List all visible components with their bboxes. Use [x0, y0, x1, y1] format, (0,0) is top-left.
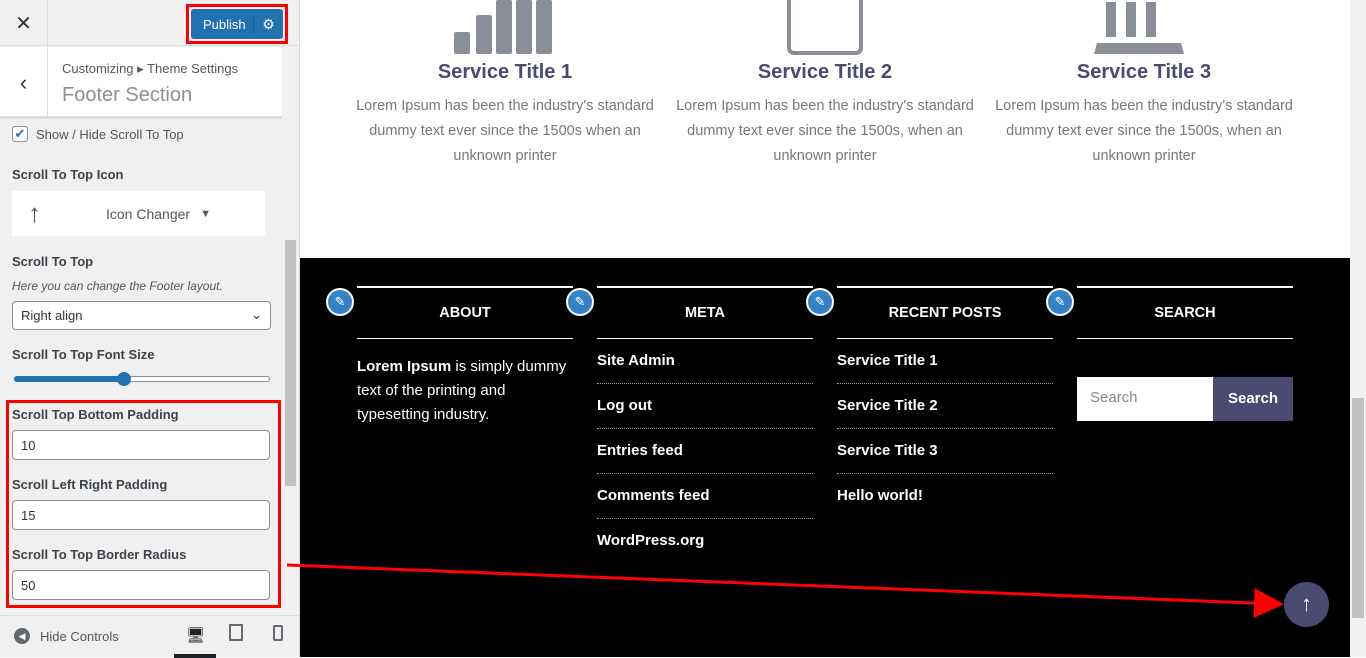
service-text: Lorem Ipsum has been the industry's stan…: [995, 98, 1293, 164]
border-radius-input[interactable]: 50: [12, 570, 270, 600]
widget-title: META: [597, 286, 813, 339]
post-link[interactable]: Service Title 1: [837, 339, 1053, 384]
bottom-padding-label: Scroll Top Bottom Padding: [12, 407, 179, 422]
search-button[interactable]: Search: [1213, 377, 1293, 421]
checkmark-icon[interactable]: ✔: [12, 126, 28, 142]
align-description: Here you can change the Footer layout.: [12, 279, 223, 293]
service-title: Service Title 1: [437, 61, 573, 83]
chevron-down-icon: ▼: [200, 207, 211, 220]
align-select[interactable]: Right align ⌄: [12, 301, 271, 330]
search-input[interactable]: Search: [1077, 377, 1213, 421]
publish-button[interactable]: Publish: [191, 17, 253, 32]
tablet-preview-icon[interactable]: [229, 624, 243, 641]
sidebar-scrollbar[interactable]: [284, 47, 297, 610]
tablet-icon: [787, 0, 863, 55]
widget-title: ABOUT: [357, 286, 573, 339]
service-title: Service Title 3: [1076, 61, 1212, 83]
lr-padding-input[interactable]: 15: [12, 500, 270, 530]
service-text: Lorem Ipsum has been the industry's stan…: [676, 98, 974, 164]
footer-meta: META Site Admin Log out Entries feed Commen…: [597, 286, 813, 564]
align-label: Scroll To Top: [12, 254, 94, 269]
collapse-icon: ◀: [14, 628, 30, 644]
mobile-preview-icon[interactable]: [273, 625, 283, 641]
post-link[interactable]: Hello world!: [837, 474, 1053, 519]
meta-link[interactable]: Comments feed: [597, 474, 813, 519]
icon-label: Scroll To Top Icon: [12, 167, 124, 182]
font-size-label: Scroll To Top Font Size: [12, 347, 155, 362]
meta-link[interactable]: Site Admin: [597, 339, 813, 384]
signal-bars-icon: [454, 0, 552, 54]
show-hide-checkbox[interactable]: ✔ Show / Hide Scroll To Top: [12, 126, 184, 142]
widget-title: RECENT POSTS: [837, 286, 1053, 339]
about-text: Lorem Ipsum is simply dummy text of the …: [357, 358, 567, 423]
meta-link[interactable]: WordPress.org: [597, 519, 813, 564]
scroll-to-top-button[interactable]: ↑: [1284, 582, 1329, 627]
hide-controls-button[interactable]: ◀ Hide Controls: [14, 628, 119, 644]
widget-title: SEARCH: [1077, 286, 1293, 339]
icon-changer-label: Icon Changer: [106, 205, 191, 222]
bottom-padding-input[interactable]: 10: [12, 430, 270, 460]
slider-handle[interactable]: [117, 372, 132, 386]
border-radius-label: Scroll To Top Border Radius: [12, 547, 187, 562]
publish-highlight: Publish ⚙: [186, 4, 288, 44]
site-preview: Service Title 1 Lorem Ipsum has been the …: [300, 0, 1350, 657]
lr-padding-label: Scroll Left Right Padding: [12, 477, 168, 492]
post-link[interactable]: Service Title 2: [837, 384, 1053, 429]
service-text: Lorem Ipsum has been the industry's stan…: [356, 98, 654, 164]
section-header: ‹ Customizing ▸ Theme Settings Footer Se…: [0, 47, 282, 119]
desktop-preview-icon[interactable]: 🖥: [186, 626, 205, 644]
gear-icon[interactable]: ⚙: [253, 15, 283, 33]
footer-search: SEARCH Search Search: [1077, 286, 1293, 421]
meta-link[interactable]: Log out: [597, 384, 813, 429]
customizer-sidebar: ✕ Publish ⚙ ‹ Customizing ▸ Theme Settin…: [0, 0, 300, 658]
footer-recent-posts: RECENT POSTS Service Title 1 Service Titl…: [837, 286, 1053, 519]
customizer-footer: ◀ Hide Controls 🖥: [0, 615, 300, 658]
checkbox-label: Show / Hide Scroll To Top: [36, 126, 184, 142]
icon-changer-select[interactable]: ↑ Icon Changer ▼: [12, 191, 265, 236]
footer-about: ABOUT Lorem Ipsum is simply dummy text o…: [357, 286, 573, 427]
post-link[interactable]: Service Title 3: [837, 429, 1053, 474]
chevron-down-icon: ⌄: [251, 307, 262, 322]
bank-icon: [1094, 2, 1184, 54]
page-title: Footer Section: [62, 84, 193, 106]
customizer-header: ✕ Publish ⚙: [0, 0, 300, 46]
service-title: Service Title 2: [757, 61, 893, 83]
arrow-up-icon: ↑: [28, 198, 41, 228]
preview-scrollbar[interactable]: [1350, 0, 1366, 657]
back-button[interactable]: ‹: [0, 47, 48, 119]
breadcrumb: Customizing ▸ Theme Settings: [62, 61, 239, 76]
font-size-slider[interactable]: [14, 372, 270, 386]
close-button[interactable]: ✕: [0, 0, 48, 46]
meta-link[interactable]: Entries feed: [597, 429, 813, 474]
hide-controls-label: Hide Controls: [40, 628, 119, 644]
site-footer: ✎ ✎ ✎ ✎ ABOUT Lorem Ipsum is simply dumm…: [300, 258, 1350, 657]
edit-pencil-icon[interactable]: ✎: [326, 288, 354, 316]
align-value: Right align: [21, 308, 83, 323]
